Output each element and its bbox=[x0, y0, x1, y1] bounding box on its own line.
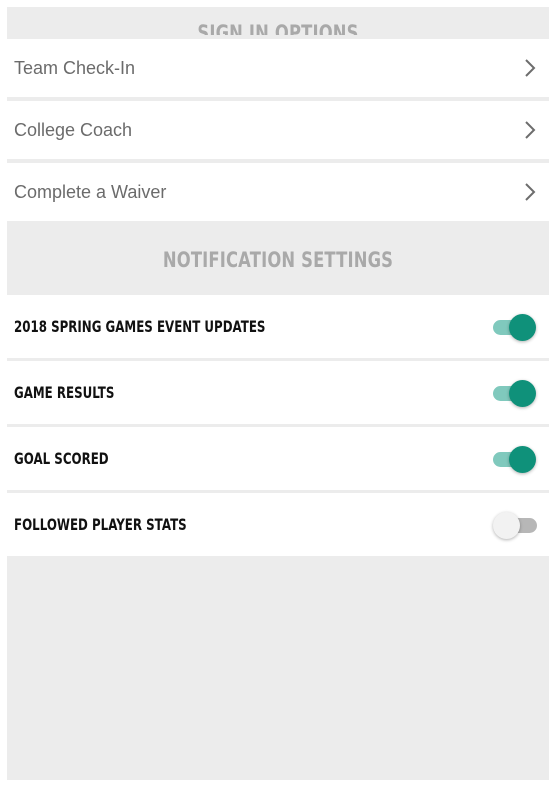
notification-label: 2018 SPRING GAMES EVENT UPDATES bbox=[14, 317, 266, 336]
notification-row-player-stats: FOLLOWED PLAYER STATS bbox=[7, 493, 549, 556]
chevron-right-icon bbox=[519, 57, 541, 79]
nav-item-college-coach[interactable]: College Coach bbox=[7, 101, 549, 159]
toggle-thumb bbox=[493, 511, 520, 539]
notification-row-event-updates: 2018 SPRING GAMES EVENT UPDATES bbox=[7, 295, 549, 358]
notification-settings-title: NOTIFICATION SETTINGS bbox=[162, 248, 394, 272]
settings-screen: SIGN IN OPTIONS Team Check-In College Co… bbox=[7, 7, 549, 780]
chevron-right-icon bbox=[519, 119, 541, 141]
game-results-toggle[interactable] bbox=[493, 379, 536, 407]
empty-space bbox=[7, 556, 549, 780]
event-updates-toggle[interactable] bbox=[493, 313, 536, 341]
nav-item-team-check-in[interactable]: Team Check-In bbox=[7, 39, 549, 97]
signin-options-header: SIGN IN OPTIONS bbox=[66, 7, 490, 36]
notification-label: GOAL SCORED bbox=[14, 449, 109, 468]
notification-label: GAME RESULTS bbox=[14, 383, 115, 402]
player-stats-toggle[interactable] bbox=[493, 511, 537, 539]
nav-item-label: College Coach bbox=[14, 119, 133, 140]
toggle-thumb bbox=[509, 445, 536, 473]
notification-row-goal-scored: GOAL SCORED bbox=[7, 427, 549, 490]
goal-scored-toggle[interactable] bbox=[493, 445, 536, 473]
toggle-thumb bbox=[509, 313, 536, 341]
toggle-thumb bbox=[509, 379, 536, 407]
chevron-right-icon bbox=[519, 181, 541, 203]
notification-label: FOLLOWED PLAYER STATS bbox=[14, 515, 187, 534]
notification-row-game-results: GAME RESULTS bbox=[7, 361, 549, 424]
notification-settings-header: NOTIFICATION SETTINGS bbox=[66, 225, 490, 295]
nav-item-complete-waiver[interactable]: Complete a Waiver bbox=[7, 163, 549, 221]
signin-options-title: SIGN IN OPTIONS bbox=[197, 21, 359, 36]
nav-item-label: Team Check-In bbox=[14, 57, 136, 78]
nav-item-label: Complete a Waiver bbox=[14, 181, 167, 202]
